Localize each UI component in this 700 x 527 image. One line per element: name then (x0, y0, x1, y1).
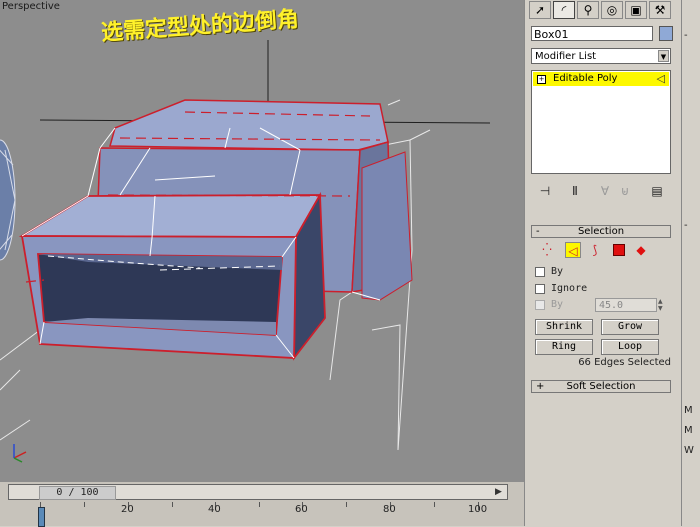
by-vertex-label: By (551, 266, 564, 277)
next-frame-icon[interactable]: ▶ (495, 486, 505, 498)
show-end-result-icon[interactable]: Ⅱ (567, 183, 583, 199)
track-bar[interactable]: 20 40 60 80 100 (0, 502, 524, 526)
stack-item-editable-poly[interactable]: + Editable Poly ◁ (533, 72, 669, 86)
angle-spinner-field[interactable]: 45.0 (595, 298, 657, 312)
loop-button[interactable]: Loop (601, 339, 659, 355)
shrink-button[interactable]: Shrink (535, 319, 593, 335)
spinner-arrows-icon[interactable]: ▲ ▼ (658, 298, 667, 312)
display-tab[interactable]: ▣ (625, 1, 647, 19)
track-tick-label: 20 (121, 504, 134, 515)
expand-plus-icon[interactable]: + (537, 75, 546, 84)
track-tick-label: 80 (383, 504, 396, 515)
chevron-down-icon: ▼ (658, 50, 669, 62)
time-playhead[interactable] (38, 507, 45, 527)
time-slider[interactable]: 0 / 100 ▶ (8, 484, 508, 500)
modifier-stack[interactable]: + Editable Poly ◁ (531, 70, 671, 174)
display-icon: ▣ (630, 3, 642, 17)
viewport-label[interactable]: Perspective (2, 1, 60, 12)
timeline-area: 0 / 100 ▶ 20 40 60 80 100 (0, 482, 524, 527)
make-unique-icon[interactable]: ∀ (597, 183, 613, 199)
utilities-tab[interactable]: ⚒ (649, 1, 671, 19)
selection-rollout-title: Selection (577, 226, 625, 237)
ring-button[interactable]: Ring (535, 339, 593, 355)
selection-status-text: 66 Edges Selected (578, 357, 671, 368)
polygon-subobject-icon[interactable] (611, 242, 627, 258)
motion-icon: ◎ (606, 3, 618, 17)
track-tick-label: 40 (208, 504, 221, 515)
remove-modifier-icon[interactable]: ⊌ (617, 183, 633, 199)
utilities-icon: ⚒ (654, 3, 666, 17)
track-tick-label: 60 (295, 504, 308, 515)
modify-icon: ◜ (561, 3, 567, 17)
soft-selection-rollout-header[interactable]: + Soft Selection (531, 380, 671, 393)
by-angle-label: By (551, 299, 564, 310)
edge-subobject-icon[interactable]: ◁ (565, 242, 581, 258)
perspective-viewport[interactable]: Perspective 选需定型处的边倒角 (0, 0, 524, 482)
modify-tab[interactable]: ◜ (553, 1, 575, 19)
viewport-scene (0, 40, 491, 463)
secondary-panel-edge: - - M M W (681, 0, 700, 526)
by-vertex-checkbox[interactable] (535, 267, 545, 277)
selection-rollout-header[interactable]: - Selection (531, 225, 671, 238)
object-name-field[interactable]: Box01 (531, 26, 653, 41)
motion-tab[interactable]: ◎ (601, 1, 623, 19)
create-icon: ➚ (534, 3, 546, 17)
create-tab[interactable]: ➚ (529, 1, 551, 19)
pin-stack-icon[interactable]: ⊣ (537, 183, 553, 199)
ignore-backfacing-checkbox[interactable] (535, 284, 545, 294)
soft-selection-title: Soft Selection (566, 381, 636, 392)
command-panel: ➚ ◜ ⚲ ◎ ▣ ⚒ Box01 Modifier List ▼ + Edit… (524, 0, 682, 526)
configure-sets-icon[interactable]: ▤ (649, 183, 665, 199)
hierarchy-icon: ⚲ (583, 3, 593, 17)
modifier-list-label: Modifier List (535, 51, 597, 62)
frame-counter[interactable]: 0 / 100 (39, 486, 116, 500)
track-tick-label: 100 (468, 504, 488, 515)
vertex-subobject-icon[interactable]: ⁛ (539, 242, 555, 258)
element-subobject-icon[interactable]: ◆ (633, 242, 649, 258)
grow-button[interactable]: Grow (601, 319, 659, 335)
ignore-backfacing-label: Ignore (551, 283, 588, 294)
stack-item-label: Editable Poly (553, 73, 618, 84)
hierarchy-tab[interactable]: ⚲ (577, 1, 599, 19)
object-color-swatch[interactable] (659, 26, 673, 41)
by-angle-checkbox[interactable] (535, 300, 545, 310)
border-subobject-icon[interactable]: ⟆ (587, 242, 603, 258)
modifier-list-dropdown[interactable]: Modifier List ▼ (531, 48, 671, 64)
edge-subobject-icon: ◁ (656, 72, 665, 85)
stack-toolbar: ⊣ Ⅱ ∀ ⊌ ▤ (531, 183, 671, 201)
